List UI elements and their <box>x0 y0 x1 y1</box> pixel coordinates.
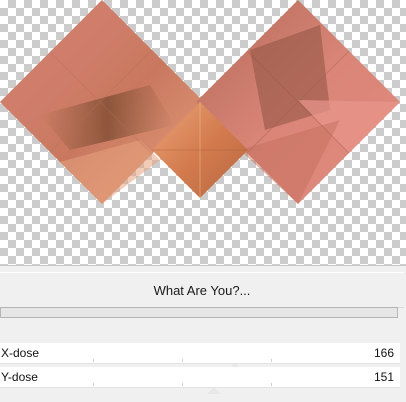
slider-tick <box>271 383 272 386</box>
right-diamond <box>196 0 400 204</box>
param-row-y-dose[interactable]: Y-dose 151 <box>0 367 400 394</box>
param-row-x-dose[interactable]: X-dose 166 <box>0 343 400 370</box>
filter-title-label: What Are You?... <box>153 282 251 298</box>
progress-bar <box>0 307 398 318</box>
left-diamond <box>0 0 204 204</box>
preview-canvas[interactable] <box>0 0 406 265</box>
slider-tick <box>271 359 272 362</box>
filter-title-button[interactable]: What Are You?... <box>0 272 404 308</box>
param-label: Y-dose <box>1 370 38 384</box>
filter-dialog: What Are You?... X-dose 166 Y-dose 151 <box>0 0 406 402</box>
param-value[interactable]: 151 <box>374 370 394 384</box>
slider-track[interactable] <box>4 383 360 394</box>
slider-thumb[interactable] <box>207 387 222 394</box>
parameter-list: X-dose 166 Y-dose 151 <box>0 343 400 394</box>
preview-divider <box>0 265 406 266</box>
param-label: X-dose <box>1 346 40 360</box>
slider-tick <box>93 383 94 386</box>
preview-image <box>0 0 400 204</box>
slider-tick <box>93 359 94 362</box>
slider-tick <box>182 359 183 362</box>
slider-track[interactable] <box>4 359 360 370</box>
slider-tick <box>182 383 183 386</box>
param-value[interactable]: 166 <box>374 346 394 360</box>
